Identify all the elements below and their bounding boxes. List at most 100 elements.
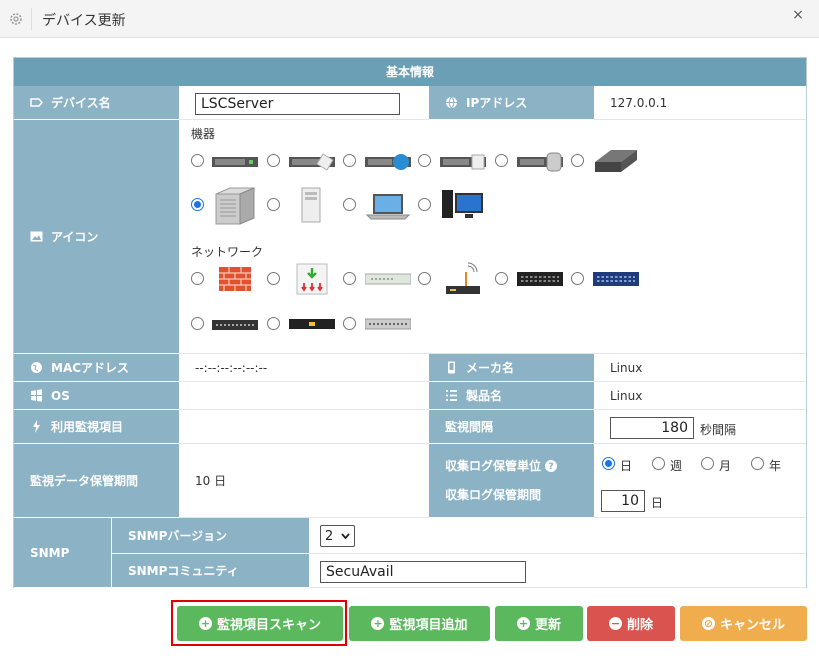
icon-radio-hub[interactable] [343, 272, 356, 285]
section-title: 基本情報 [14, 58, 806, 86]
rack-server-doc-icon [289, 153, 335, 171]
svg-text:?: ? [548, 462, 553, 472]
switch-blue-icon [593, 272, 639, 286]
log-unit-radio-week[interactable] [652, 457, 665, 470]
basic-info-panel: 基本情報 デバイス名 LSCServer IPアドレス 127.0.0.1 アイ… [13, 57, 807, 588]
icon-radio-rack-1[interactable] [191, 154, 204, 167]
rack-server-globe-icon [365, 154, 411, 170]
log-unit-label-text: 収集ログ保管単位 [445, 459, 542, 473]
list-icon [446, 390, 457, 401]
ip-label: IPアドレス [429, 86, 594, 120]
snmp-community-label: SNMPコミュニティ [111, 554, 309, 588]
icon-radio-switch-1[interactable] [191, 317, 204, 330]
log-period-unit: 日 [651, 496, 664, 510]
mac-label: MACアドレス [14, 354, 179, 382]
icon-radio-desktop[interactable] [418, 198, 431, 211]
maker-value: Linux [594, 354, 806, 382]
log-unit-label: 収集ログ保管単位 ? [445, 457, 594, 474]
icon-label: アイコン [14, 120, 179, 354]
icon-group-network: ネットワーク [191, 245, 264, 259]
delete-button-label: 削除 [626, 618, 653, 633]
icon-radio-laptop[interactable] [343, 198, 356, 211]
log-unit-radio-year[interactable] [751, 457, 764, 470]
maker-label-text: メーカ名 [466, 361, 515, 375]
help-icon[interactable]: ? [545, 459, 558, 472]
log-unit-option-week: 週 [670, 459, 683, 473]
maker-label: メーカ名 [429, 354, 594, 382]
os-label: OS [14, 382, 179, 410]
icon-radio-tower[interactable] [267, 198, 280, 211]
ip-value: 127.0.0.1 [594, 86, 806, 120]
scan-button[interactable]: + 監視項目スキャン [177, 606, 343, 641]
rack-server-mail-icon [440, 154, 486, 170]
update-button[interactable]: + 更新 [495, 606, 583, 641]
update-button-label: 更新 [534, 618, 561, 633]
switch-router-icon [289, 319, 335, 329]
icon-radio-rack-2[interactable] [267, 154, 280, 167]
icon-radio-appliance[interactable] [571, 154, 584, 167]
delete-button[interactable]: − 削除 [587, 606, 675, 641]
log-unit-radio-month[interactable] [701, 457, 714, 470]
switch-black-icon [517, 272, 563, 286]
cancel-button[interactable]: ⊘ キャンセル [680, 606, 807, 641]
snmp-label: SNMP [14, 518, 111, 588]
os-label-text: OS [51, 388, 70, 403]
icon-radio-wifi-router[interactable] [418, 272, 431, 285]
interval-label-text: 監視間隔 [445, 420, 494, 434]
icon-radio-switch-3[interactable] [343, 317, 356, 330]
rack-server-db-icon [517, 152, 563, 172]
icon-label-text: アイコン [51, 230, 99, 244]
retention-value: 10 日 [179, 444, 429, 518]
image-icon [30, 231, 43, 242]
cancel-button-label: キャンセル [719, 618, 785, 633]
icon-radio-loadbalancer[interactable] [267, 272, 280, 285]
globe-icon [446, 96, 457, 109]
icon-radio-rack-3[interactable] [343, 154, 356, 167]
wifi-router-icon [446, 262, 480, 294]
ip-label-text: IPアドレス [466, 96, 528, 110]
log-period-input[interactable]: 10 [601, 490, 645, 512]
close-icon[interactable]: × [790, 7, 806, 25]
gear-icon [10, 13, 22, 25]
log-unit-option-year: 年 [769, 459, 782, 473]
scan-button-label: 監視項目スキャン [216, 618, 321, 633]
plus-icon: + [371, 617, 385, 630]
device-name-input[interactable]: LSCServer [195, 93, 400, 115]
tag-icon [30, 98, 43, 107]
monitor-items-label: 利用監視項目 [14, 410, 179, 444]
plus-icon: + [516, 617, 530, 630]
plus-icon: + [198, 617, 212, 630]
snmp-version-cell [309, 518, 806, 554]
tower-pc-icon [301, 187, 321, 223]
interval-unit: 秒間隔 [700, 423, 737, 437]
icon-radio-switch-black[interactable] [495, 272, 508, 285]
icon-radio-switch-2[interactable] [267, 317, 280, 330]
mac-value: --:--:--:--:--:-- [179, 354, 429, 382]
snmp-version-select[interactable]: 2 [320, 525, 355, 547]
icon-radio-rack-5[interactable] [495, 154, 508, 167]
ban-icon: ⊘ [701, 617, 715, 630]
hub-icon [365, 273, 411, 285]
device-name-label: デバイス名 [14, 86, 179, 120]
windows-icon [31, 389, 42, 402]
firewall-icon [219, 267, 251, 291]
log-period-label: 収集ログ保管期間 [445, 488, 542, 502]
appliance-icon [595, 150, 637, 172]
load-balancer-icon [296, 263, 328, 295]
snmp-community-input[interactable]: SecuAvail [320, 561, 526, 583]
chevron-down-icon [341, 533, 350, 540]
icon-radio-rack-4[interactable] [418, 154, 431, 167]
snmp-community-label-text: SNMPコミュニティ [128, 564, 239, 578]
log-unit-radio-day[interactable] [602, 457, 615, 470]
desktop-icon [442, 190, 483, 218]
add-monitor-item-button[interactable]: + 監視項目追加 [349, 606, 490, 641]
icon-radio-server-tower[interactable] [191, 198, 204, 211]
rack-server-icon [212, 157, 258, 167]
retention-label-text: 監視データ保管期間 [30, 474, 139, 488]
interval-input[interactable]: 180 [610, 417, 694, 439]
mac-label-text: MACアドレス [51, 361, 130, 375]
icon-radio-switch-blue[interactable] [571, 272, 584, 285]
icon-radio-firewall[interactable] [191, 272, 204, 285]
device-name-label-text: デバイス名 [51, 96, 111, 110]
switch-small-icon [212, 320, 258, 330]
